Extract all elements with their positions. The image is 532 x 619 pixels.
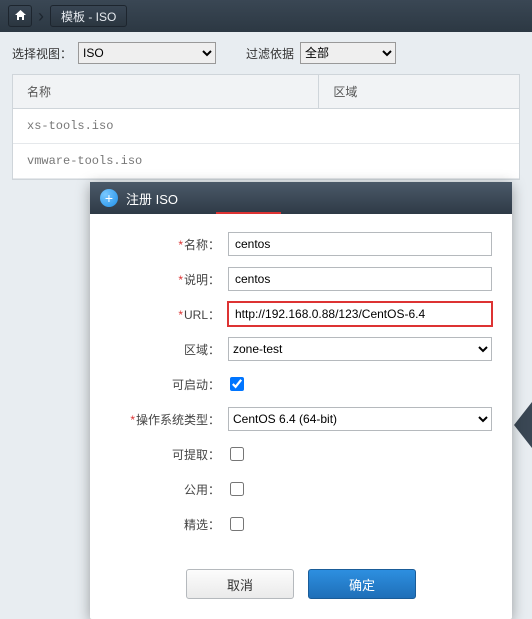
row-desc: *说明：: [110, 267, 492, 291]
label-os: *操作系统类型：: [110, 411, 228, 428]
dialog-header: + 注册 ISO: [90, 182, 512, 214]
view-label: 选择视图：: [12, 45, 72, 62]
plus-circle-icon: +: [100, 189, 118, 207]
title-underline: [216, 212, 281, 214]
label-desc: *说明：: [110, 271, 228, 288]
label-extract: 可提取：: [110, 446, 228, 463]
url-field[interactable]: [228, 302, 492, 326]
label-url: *URL：: [110, 306, 228, 323]
cancel-button[interactable]: 取消: [186, 569, 294, 599]
home-icon: [14, 9, 27, 24]
col-name: 名称: [13, 75, 319, 108]
label-featured: 精选：: [110, 516, 228, 533]
label-public: 公用：: [110, 481, 228, 498]
row-extract: 可提取：: [110, 442, 492, 466]
row-public: 公用：: [110, 477, 492, 501]
row-featured: 精选：: [110, 512, 492, 536]
col-zone: 区域: [319, 75, 519, 108]
filter-select[interactable]: 全部: [300, 42, 396, 64]
view-select[interactable]: ISO: [78, 42, 216, 64]
row-zone: 区域： zone-test: [110, 337, 492, 361]
row-bootable: 可启动：: [110, 372, 492, 396]
home-button[interactable]: [8, 5, 32, 27]
table-row[interactable]: vmware-tools.iso: [13, 144, 519, 179]
featured-checkbox[interactable]: [230, 517, 244, 531]
header-bar: › 模板 - ISO: [0, 0, 532, 32]
label-bootable: 可启动：: [110, 376, 228, 393]
dialog-title: 注册 ISO: [126, 189, 178, 208]
table-header: 名称 区域: [13, 75, 519, 109]
arrow-left-icon[interactable]: [514, 402, 532, 448]
breadcrumb-label: 模板 - ISO: [61, 8, 116, 25]
row-url: *URL：: [110, 302, 492, 326]
label-name: *名称：: [110, 236, 228, 253]
os-select[interactable]: CentOS 6.4 (64-bit): [228, 407, 492, 431]
iso-table: 名称 区域 xs-tools.iso vmware-tools.iso: [12, 74, 520, 180]
row-os: *操作系统类型： CentOS 6.4 (64-bit): [110, 407, 492, 431]
name-field[interactable]: [228, 232, 492, 256]
filter-bar: 选择视图： ISO 过滤依据 全部: [0, 32, 532, 74]
filter-label: 过滤依据: [246, 45, 294, 62]
dialog-footer: 取消 确定: [90, 547, 512, 619]
ok-button[interactable]: 确定: [308, 569, 416, 599]
row-name: *名称：: [110, 232, 492, 256]
breadcrumb[interactable]: 模板 - ISO: [50, 5, 127, 27]
chevron-right-icon: ›: [38, 6, 44, 27]
dialog-body: *名称： *说明： *URL： 区域： zone-test 可启动： *操作系统…: [90, 214, 512, 536]
zone-select[interactable]: zone-test: [228, 337, 492, 361]
public-checkbox[interactable]: [230, 482, 244, 496]
extract-checkbox[interactable]: [230, 447, 244, 461]
register-iso-dialog: + 注册 ISO *名称： *说明： *URL： 区域： zone-test 可…: [90, 182, 512, 619]
desc-field[interactable]: [228, 267, 492, 291]
bootable-checkbox[interactable]: [230, 377, 244, 391]
label-zone: 区域：: [110, 341, 228, 358]
table-row[interactable]: xs-tools.iso: [13, 109, 519, 144]
